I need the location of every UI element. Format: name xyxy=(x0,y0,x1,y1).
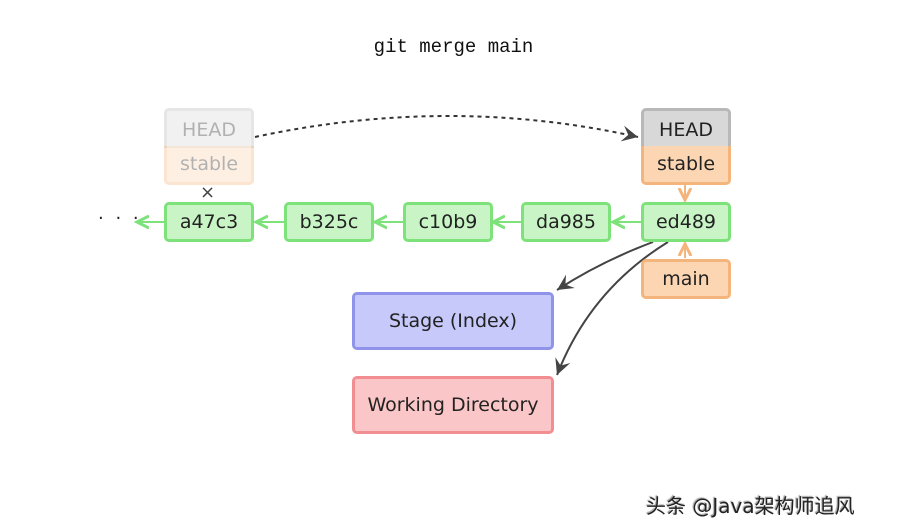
ed489-to-stage-arrow xyxy=(556,241,654,291)
commit-node[interactable]: b325c xyxy=(284,202,374,242)
working-directory-area: Working Directory xyxy=(352,376,554,434)
head-move-arrow xyxy=(254,115,639,142)
stable-branch-ref: stable xyxy=(641,146,731,185)
commit-node[interactable]: ed489 xyxy=(641,202,731,242)
detached-cross-icon: × xyxy=(200,182,216,203)
main-branch-ref: main xyxy=(641,259,731,299)
head-ref: HEAD xyxy=(641,108,731,148)
connectors xyxy=(0,115,907,376)
stage-index-area: Stage (Index) xyxy=(352,292,554,350)
ellipsis: · · · xyxy=(98,208,142,229)
old-stable-ref: stable xyxy=(164,146,254,185)
commit-node[interactable]: a47c3 xyxy=(164,202,254,242)
commit-node[interactable]: c10b9 xyxy=(403,202,493,242)
watermark: 头条 @Java架构师追风 xyxy=(646,494,855,518)
old-head-ref: HEAD xyxy=(164,108,254,148)
commit-node[interactable]: da985 xyxy=(521,202,611,242)
